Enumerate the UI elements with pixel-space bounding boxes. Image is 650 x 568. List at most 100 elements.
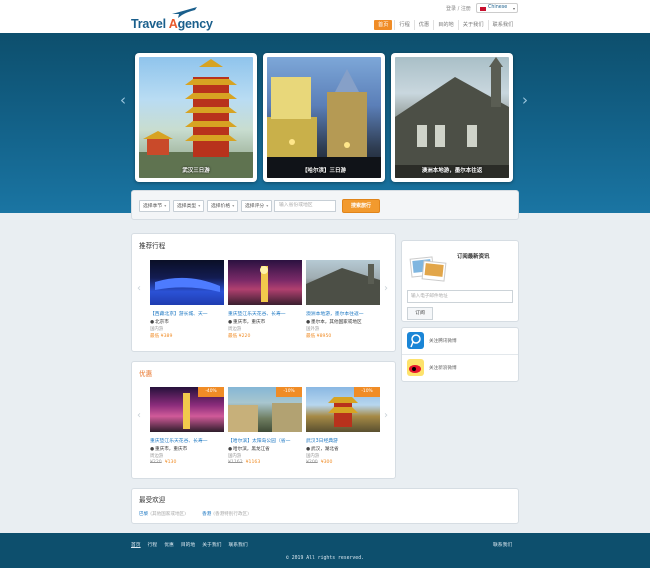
- card-price: 最低 ¥8950: [306, 334, 332, 339]
- language-select[interactable]: Chinese ▾: [476, 3, 518, 13]
- popular-item[interactable]: 香港 (香港特别行政区): [202, 511, 249, 517]
- panel-title: 最受欢迎: [139, 496, 166, 504]
- card-image: -40%: [150, 387, 224, 432]
- deal-card[interactable]: -40% 重庆垫江乐天花谷、长寿一 ●重庆市，重庆市 周边游 ¥220 ¥130: [150, 387, 224, 465]
- slide-image: 【哈尔滨】三日游: [267, 57, 381, 178]
- social-panel: 关注腾讯微博 关注新浪微博: [401, 327, 519, 382]
- logo-text: Travel Agency: [131, 17, 213, 31]
- logo[interactable]: Travel Agency: [131, 6, 213, 31]
- card-image: [306, 260, 380, 305]
- card-title[interactable]: 【西藏北京】游长城、天一: [150, 310, 224, 317]
- chevron-right-icon[interactable]: ›: [384, 283, 388, 294]
- footer-link-tours[interactable]: 行程: [148, 541, 158, 548]
- price-select[interactable]: 选择价格 ▾: [207, 200, 239, 212]
- flag-icon: [480, 6, 486, 11]
- card-price: ¥200 ¥300: [306, 460, 333, 465]
- hero-slide[interactable]: 【哈尔滨】三日游: [263, 53, 385, 182]
- deal-card[interactable]: -10% 【哈尔滨】太阳岛公园（省一 ●哈尔滨，黑龙江省 国内游 ¥1162 ¥1…: [228, 387, 302, 465]
- nav-deals[interactable]: 优惠: [413, 20, 433, 30]
- social-label: 关注腾讯微博: [429, 339, 457, 344]
- nav-home[interactable]: 首页: [374, 20, 393, 30]
- card-category: 国外游: [306, 327, 320, 332]
- nav-tours[interactable]: 行程: [394, 20, 413, 30]
- card-illustration: [306, 264, 380, 305]
- card-title[interactable]: 重庆垫江乐天花谷、长寿一: [228, 310, 302, 317]
- tour-card[interactable]: 重庆垫江乐天花谷、长寿一 ●重庆市，重庆市 周边游 最低 ¥220: [228, 260, 302, 339]
- pagoda-illustration: [139, 59, 253, 178]
- discount-ribbon: -10%: [354, 387, 380, 397]
- map-pin-icon: ●: [306, 320, 311, 325]
- chevron-left-icon[interactable]: ‹: [137, 410, 141, 421]
- search-bar: 选择季节 ▾ 选择类型 ▾ 选择价格 ▾ 选择评分 ▾ 输入省份或地区 搜索旅行: [131, 190, 519, 220]
- chevron-left-icon[interactable]: ‹: [120, 91, 126, 109]
- card-title[interactable]: 澳洲本地游，墨尔本往返一: [306, 310, 380, 317]
- popular-panel: 最受欢迎 巴黎 (其他国家或地区) 香港 (香港特别行政区): [131, 488, 519, 524]
- main-nav: 首页 行程 优惠 目的地 关于我们 联系我们: [374, 20, 517, 30]
- map-pin-icon: ●: [306, 447, 311, 452]
- email-input[interactable]: 输入电子邮件地址: [407, 290, 513, 303]
- card-title[interactable]: 【哈尔滨】太阳岛公园（省一: [228, 437, 302, 444]
- card-location: ●武汉，湖北省: [306, 447, 339, 452]
- chevron-right-icon[interactable]: ›: [384, 410, 388, 421]
- search-button[interactable]: 搜索旅行: [342, 199, 380, 213]
- cathedral-night-illustration: [267, 69, 381, 178]
- recommended-panel: 推荐行程 ‹ › 【西藏北京】游长城、天一 ●北京市 国内游 最低 ¥389 重…: [131, 233, 396, 352]
- footer-link-deals[interactable]: 优惠: [164, 541, 174, 548]
- footer-link-destinations[interactable]: 目的地: [181, 541, 195, 548]
- slide-caption: 澳洲本地游，墨尔本往返: [421, 168, 483, 174]
- map-pin-icon: ●: [150, 320, 155, 325]
- popular-item[interactable]: 巴黎 (其他国家或地区): [139, 511, 186, 517]
- newsletter-photos-icon: [409, 256, 447, 282]
- rating-select[interactable]: 选择评分 ▾: [241, 200, 273, 212]
- season-select[interactable]: 选择季节 ▾: [139, 200, 171, 212]
- footer-link-contact[interactable]: 联系我们: [228, 541, 247, 548]
- footer-link-home[interactable]: 首页: [131, 541, 141, 548]
- nav-contact[interactable]: 联系我们: [487, 20, 518, 30]
- card-image: [228, 260, 302, 305]
- hero-slide[interactable]: 武汉三日游: [135, 53, 257, 182]
- card-title[interactable]: 重庆垫江乐天花谷、长寿一: [150, 437, 224, 444]
- chevron-down-icon: ▾: [512, 6, 515, 11]
- chevron-right-icon[interactable]: ›: [522, 91, 528, 109]
- subscribe-button[interactable]: 订阅: [407, 307, 433, 320]
- card-location: ●墨尔本，其他国家或地区: [306, 320, 362, 325]
- type-select[interactable]: 选择类型 ▾: [173, 200, 205, 212]
- subscribe-title: 订阅最新资讯: [457, 254, 490, 260]
- keyword-input[interactable]: 输入省份或地区: [274, 200, 336, 212]
- hero-slide[interactable]: 澳洲本地游，墨尔本往返: [391, 53, 513, 182]
- deal-card[interactable]: -10% 武汉3日经典游 ●武汉，湖北省 国内游 ¥200 ¥300: [306, 387, 380, 465]
- panel-title: 推荐行程: [139, 242, 166, 250]
- church-illustration: [395, 57, 509, 178]
- nav-destinations[interactable]: 目的地: [433, 20, 458, 30]
- nav-about[interactable]: 关于我们: [457, 20, 488, 30]
- tour-card[interactable]: 【西藏北京】游长城、天一 ●北京市 国内游 最低 ¥389: [150, 260, 224, 339]
- card-price: 最低 ¥389: [150, 334, 173, 339]
- footer-contact[interactable]: 联系我们: [493, 541, 512, 548]
- card-category: 国内游: [228, 454, 242, 459]
- footer-link-about[interactable]: 关于我们: [202, 541, 221, 548]
- tour-card[interactable]: 澳洲本地游，墨尔本往返一 ●墨尔本，其他国家或地区 国外游 最低 ¥8950: [306, 260, 380, 339]
- social-row-tencent[interactable]: 关注腾讯微博: [402, 328, 518, 355]
- map-pin-icon: ●: [228, 447, 233, 452]
- social-row-sina[interactable]: 关注新浪微博: [402, 355, 518, 382]
- slide-caption: 武汉三日游: [182, 168, 210, 174]
- card-location: ●重庆市，重庆市: [228, 320, 266, 325]
- footer-links: 首页 行程 优惠 目的地 关于我们 联系我们: [131, 541, 255, 548]
- copyright: © 2019 All rights reserved.: [286, 556, 364, 561]
- card-location: ●重庆市，重庆市: [150, 447, 188, 452]
- card-illustration: [155, 277, 220, 292]
- card-image: [150, 260, 224, 305]
- card-location: ●哈尔滨，黑龙江省: [228, 447, 270, 452]
- card-title[interactable]: 武汉3日经典游: [306, 437, 380, 444]
- chevron-left-icon[interactable]: ‹: [137, 283, 141, 294]
- slide-image: 澳洲本地游，墨尔本往返: [395, 57, 509, 178]
- sina-weibo-icon: [407, 359, 424, 376]
- chevron-down-icon: ▾: [232, 203, 235, 208]
- login-register-link[interactable]: 登录 / 注册: [446, 5, 471, 12]
- discount-ribbon: -40%: [198, 387, 224, 397]
- slide-image: 武汉三日游: [139, 57, 253, 178]
- slide-caption: 【哈尔滨】三日游: [301, 168, 346, 174]
- chevron-down-icon: ▾: [164, 203, 167, 208]
- social-label: 关注新浪微博: [429, 366, 457, 371]
- panel-title: 优惠: [139, 370, 153, 378]
